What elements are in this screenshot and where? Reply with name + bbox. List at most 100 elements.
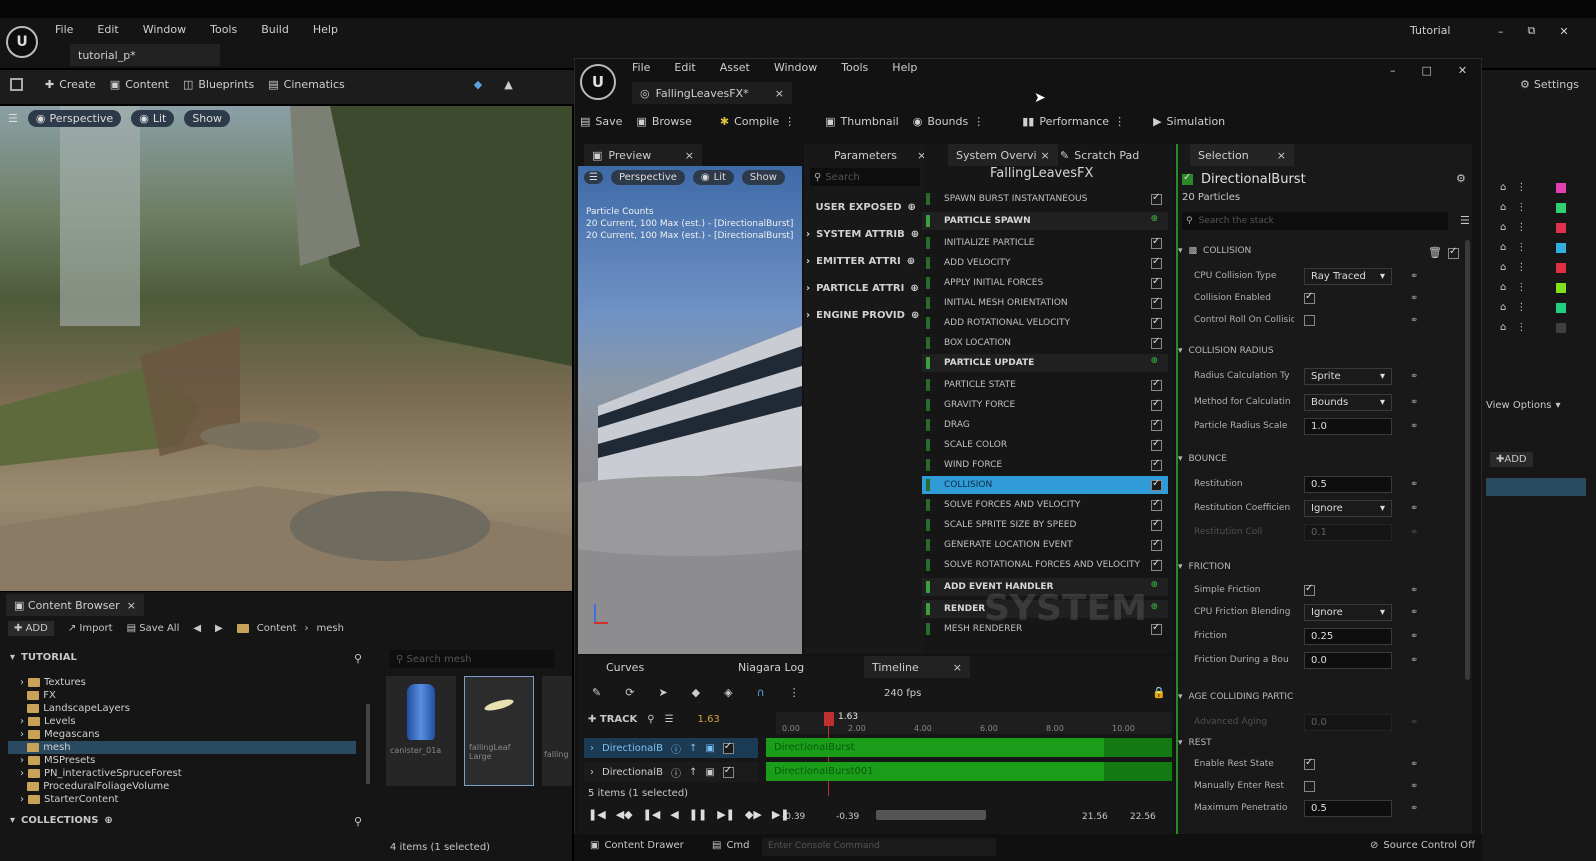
niagara-menu-item-file[interactable]: File — [632, 61, 650, 74]
link-icon[interactable]: ⚭ — [1410, 585, 1418, 596]
tree-folder-landscapelayers[interactable]: LandscapeLayers — [20, 702, 130, 715]
stack-module-generate-location-event[interactable]: GENERATE LOCATION EVENT — [922, 536, 1168, 554]
link-icon[interactable]: ⚭ — [1410, 759, 1418, 770]
module-enabled-checkbox[interactable] — [1151, 438, 1162, 451]
property-dropdown[interactable]: Bounds ▾ — [1304, 393, 1392, 411]
niagara-menu-item-edit[interactable]: Edit — [674, 61, 695, 74]
tree-folder-mspresets[interactable]: › MSPresets — [20, 754, 95, 767]
emitter-enabled-checkbox[interactable] — [1182, 172, 1193, 185]
pin-icon[interactable]: ↑ — [689, 743, 697, 754]
close-icon[interactable]: ✕ — [1458, 64, 1467, 77]
tree-folder-mesh[interactable]: mesh — [8, 741, 356, 754]
snap-key-icon[interactable]: ◈ — [724, 686, 732, 699]
cmd-button[interactable]: ▤ Cmd — [712, 840, 750, 851]
link-icon[interactable]: ⚭ — [1410, 503, 1418, 514]
param-group-3[interactable]: › PARTICLE ATTRI ⊕ — [806, 277, 919, 299]
stack-module-particle-update[interactable]: PARTICLE UPDATE ⊕ — [922, 354, 1168, 372]
compile-button[interactable]: ✱ Compile ⋮ — [720, 115, 795, 128]
view-end[interactable]: 21.56 — [1082, 812, 1108, 822]
asset-tile-canister[interactable]: canister_01a — [386, 676, 456, 786]
add-parameter-icon[interactable]: ⊕ — [911, 310, 919, 321]
param-group-0[interactable]: USER EXPOSED ⊕ — [806, 196, 915, 218]
blueprints-button[interactable]: ◫ Blueprints — [183, 78, 254, 91]
bounce-section[interactable]: ▾ BOUNCE — [1178, 454, 1227, 464]
settings-button[interactable]: ⚙ Settings — [1520, 78, 1579, 91]
add-collection-icon[interactable]: ⊕ — [104, 815, 112, 826]
collections-header[interactable]: ▾ COLLECTIONS ⊕ — [10, 815, 113, 826]
timeline-scrollbar[interactable] — [876, 810, 986, 820]
property-input[interactable]: 0.5 — [1304, 799, 1392, 817]
add-track-button[interactable]: ✚ TRACK — [588, 714, 637, 725]
asset-tile-fallingleaf[interactable]: fallingLeaf Large — [464, 676, 534, 786]
more-icon[interactable]: ⋮ — [1114, 115, 1125, 128]
lock-icon[interactable]: ⌂ — [1500, 222, 1506, 233]
timeline-lane[interactable]: DirectionalBurst — [766, 738, 1172, 757]
module-enabled-checkbox[interactable] — [1151, 336, 1162, 349]
cinematics-button[interactable]: ▤ Cinematics — [268, 78, 345, 91]
add-module-icon[interactable]: ⊕ — [1150, 356, 1158, 366]
jump-start-icon[interactable]: ❚◀ — [588, 808, 606, 821]
more-icon[interactable]: ⋮ — [784, 115, 795, 128]
property-checkbox[interactable] — [1304, 291, 1315, 304]
tree-header[interactable]: ▾ TUTORIAL — [10, 652, 77, 663]
link-icon[interactable]: ⚭ — [1410, 397, 1418, 408]
collision-radius-section[interactable]: ▾ COLLISION RADIUS — [1178, 346, 1274, 356]
module-enabled-checkbox[interactable] — [1151, 478, 1162, 491]
param-group-2[interactable]: › EMITTER ATTRI ⊕ — [806, 250, 915, 272]
age-colliding-section[interactable]: ▾ AGE COLLIDING PARTIC — [1178, 692, 1293, 702]
link-icon[interactable]: ⚭ — [1410, 421, 1418, 432]
preview-tab[interactable]: ▣ Preview × — [584, 144, 702, 166]
tree-folder-proceduralfoliagevolume[interactable]: ProceduralFoliageVolume — [20, 780, 169, 793]
outliner-row[interactable]: ⌂ ⋮ — [1500, 222, 1567, 233]
property-checkbox[interactable] — [1304, 583, 1315, 596]
pin-icon[interactable]: ↑ — [689, 767, 697, 778]
save-all-button[interactable]: ▤ Save All — [127, 623, 180, 634]
link-icon[interactable]: ⚭ — [1410, 371, 1418, 382]
selection-scrollbar[interactable] — [1465, 240, 1470, 680]
menu-item-tools[interactable]: Tools — [210, 23, 237, 36]
view-start[interactable]: -0.39 — [836, 812, 859, 822]
outliner-row[interactable]: ⌂ ⋮ — [1500, 282, 1567, 293]
key-icon[interactable]: ◆ — [692, 686, 700, 699]
module-enabled-checkbox[interactable] — [1151, 558, 1162, 571]
niagara-doc-tab[interactable]: ◎ FallingLeavesFX* × — [632, 82, 792, 104]
isolate-icon[interactable]: ▣ — [705, 743, 714, 754]
stack-module-initialize-particle[interactable]: INITIALIZE PARTICLE — [922, 234, 1168, 252]
close-icon[interactable]: × — [953, 661, 962, 674]
close-icon[interactable]: × — [1041, 149, 1050, 162]
menu-item-window[interactable]: Window — [143, 23, 186, 36]
close-icon[interactable]: ✕ — [1559, 25, 1568, 38]
timeline-tab[interactable]: Timeline × — [864, 656, 970, 678]
thumbnail-button[interactable]: ▣ Thumbnail — [825, 115, 899, 128]
viewport-show-button[interactable]: Show — [184, 110, 230, 127]
trash-icon[interactable]: 🗑 — [1428, 246, 1442, 259]
lock-icon[interactable]: ⌂ — [1500, 262, 1506, 273]
lock-icon[interactable]: ⌂ — [1500, 242, 1506, 253]
property-input[interactable]: 0.1 — [1304, 523, 1392, 541]
close-icon[interactable]: × — [775, 87, 784, 100]
breadcrumb-content[interactable]: Content — [257, 623, 297, 634]
minimize-icon[interactable]: – — [1390, 64, 1396, 77]
niagara-menu-item-help[interactable]: Help — [892, 61, 917, 74]
track-enabled-checkbox[interactable] — [722, 741, 734, 754]
parameters-tab[interactable]: Parameters × — [826, 144, 934, 166]
search-icon[interactable]: ⚲ — [647, 714, 654, 725]
stack-module-particle-state[interactable]: PARTICLE STATE — [922, 376, 1168, 394]
property-dropdown[interactable]: Ray Traced ▾ — [1304, 267, 1392, 285]
tree-folder-fx[interactable]: FX — [20, 689, 56, 702]
property-input[interactable]: 0.0 — [1304, 651, 1392, 669]
menu-item-help[interactable]: Help — [313, 23, 338, 36]
level-tab[interactable]: tutorial_p* — [70, 44, 220, 66]
breadcrumb-mesh[interactable]: mesh — [317, 623, 344, 634]
module-enabled-checkbox[interactable] — [1151, 538, 1162, 551]
stack-module-add-velocity[interactable]: ADD VELOCITY — [922, 254, 1168, 272]
timeline-track[interactable]: › DirectionalB ⓘ ↑ ▣ — [584, 762, 758, 782]
unreal-logo[interactable]: U — [6, 26, 38, 58]
property-checkbox[interactable] — [1304, 757, 1315, 770]
property-checkbox[interactable] — [1304, 314, 1315, 326]
param-group-1[interactable]: › SYSTEM ATTRIB ⊕ — [806, 223, 919, 245]
tree-folder-startercontent[interactable]: › StarterContent — [20, 793, 118, 806]
select-icon[interactable]: ➤ — [658, 686, 667, 699]
history-back-icon[interactable]: ◀ — [193, 623, 201, 634]
collision-enabled-checkbox[interactable] — [1448, 246, 1459, 259]
